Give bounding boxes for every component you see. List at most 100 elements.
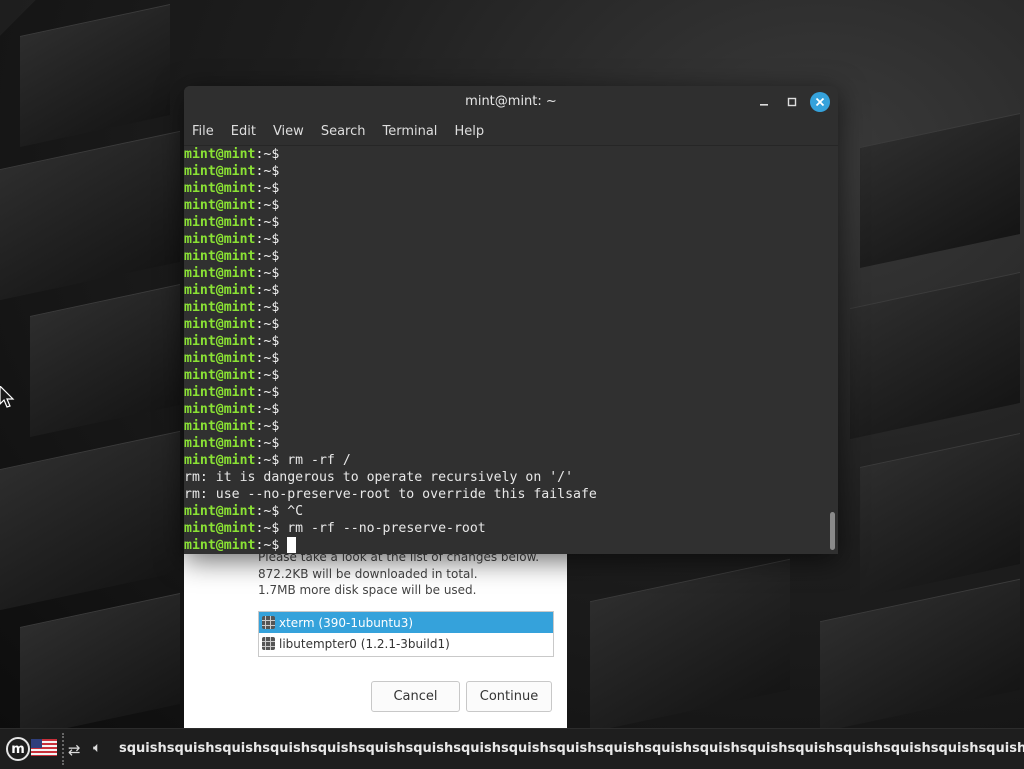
terminal-line: mint@mint:~$ — [184, 214, 828, 231]
menu-file[interactable]: File — [192, 124, 214, 139]
terminal-line: mint@mint:~$ — [184, 146, 828, 163]
network-disconnected-icon[interactable]: ⇄ — [68, 741, 81, 759]
terminal-line: mint@mint:~$ — [184, 265, 828, 282]
terminal-output[interactable]: mint@mint:~$ mint@mint:~$ mint@mint:~$ mint… — [184, 146, 828, 554]
disk-space-text: 1.7MB more disk space will be used. — [258, 583, 477, 597]
prompt-path: :~$ — [255, 351, 280, 366]
prompt-path: :~$ — [255, 300, 280, 315]
minimize-button[interactable] — [754, 92, 774, 112]
prompt-path: :~$ — [255, 215, 280, 230]
maximize-icon — [787, 97, 797, 107]
menu-help[interactable]: Help — [454, 124, 484, 139]
prompt-path: :~$ — [255, 538, 280, 553]
terminal-line: mint@mint:~$ — [184, 248, 828, 265]
background-tile — [20, 592, 180, 739]
prompt-user: mint@mint — [184, 266, 256, 281]
background-tile — [860, 112, 1020, 269]
cancel-button[interactable]: Cancel — [371, 681, 460, 712]
prompt-path: :~$ — [255, 283, 280, 298]
us-flag-icon[interactable] — [31, 739, 57, 756]
prompt-user: mint@mint — [184, 147, 256, 162]
prompt-user: mint@mint — [184, 317, 256, 332]
prompt-path: :~$ — [255, 334, 280, 349]
text-cursor — [287, 537, 297, 553]
terminal-line: mint@mint:~$ — [184, 180, 828, 197]
prompt-user: mint@mint — [184, 232, 256, 247]
terminal-window[interactable]: mint@mint: ~ File Edit View Search Termi… — [184, 86, 838, 554]
prompt-path: :~$ — [255, 249, 280, 264]
volume-icon[interactable]: 🔈︎ — [93, 740, 101, 756]
prompt-user: mint@mint — [184, 402, 256, 417]
prompt-user: mint@mint — [184, 436, 256, 451]
package-icon — [262, 637, 275, 650]
background-tile — [860, 432, 1020, 599]
package-item-libutempter0[interactable]: libutempter0 (1.2.1-3build1) — [259, 633, 553, 654]
terminal-line: mint@mint:~$ — [184, 418, 828, 435]
prompt-user: mint@mint — [184, 181, 256, 196]
prompt-path: :~$ — [255, 504, 280, 519]
menu-search[interactable]: Search — [321, 124, 366, 139]
terminal-line: mint@mint:~$ rm -rf / — [184, 452, 828, 469]
menu-view[interactable]: View — [273, 124, 304, 139]
terminal-line: mint@mint:~$ rm -rf --no-preserve-root — [184, 520, 828, 537]
terminal-line: mint@mint:~$ — [184, 350, 828, 367]
terminal-scrollbar[interactable] — [828, 146, 838, 554]
prompt-user: mint@mint — [184, 164, 256, 179]
download-size-text: 872.2KB will be downloaded in total. — [258, 567, 478, 581]
terminal-line: mint@mint:~$ — [184, 537, 828, 554]
prompt-path: :~$ — [255, 419, 280, 434]
package-list[interactable]: xterm (390-1ubuntu3) libutempter0 (1.2.1… — [258, 611, 554, 657]
maximize-button[interactable] — [782, 92, 802, 112]
prompt-path: :~$ — [255, 164, 280, 179]
command-text — [279, 538, 287, 553]
close-icon — [815, 97, 825, 107]
package-label: libutempter0 (1.2.1-3build1) — [279, 636, 450, 651]
close-button[interactable] — [810, 92, 830, 112]
prompt-user: mint@mint — [184, 283, 256, 298]
prompt-user: mint@mint — [184, 504, 256, 519]
terminal-line: rm: use --no-preserve-root to override t… — [184, 487, 597, 502]
package-changes-dialog: Please take a look at the list of change… — [184, 534, 567, 728]
menu-terminal[interactable]: Terminal — [382, 124, 437, 139]
prompt-path: :~$ — [255, 385, 280, 400]
prompt-user: mint@mint — [184, 453, 256, 468]
mint-logo-icon[interactable]: m — [6, 737, 30, 761]
prompt-user: mint@mint — [184, 521, 256, 536]
continue-button[interactable]: Continue — [466, 681, 552, 712]
prompt-user: mint@mint — [184, 198, 256, 213]
prompt-user: mint@mint — [184, 249, 256, 264]
terminal-line: mint@mint:~$ — [184, 401, 828, 418]
terminal-menubar: File Edit View Search Terminal Help — [184, 117, 838, 146]
prompt-user: mint@mint — [184, 538, 256, 553]
prompt-user: mint@mint — [184, 215, 256, 230]
prompt-path: :~$ — [255, 232, 280, 247]
terminal-line: mint@mint:~$ — [184, 435, 828, 452]
terminal-line: mint@mint:~$ — [184, 384, 828, 401]
background-tile — [850, 271, 1020, 440]
prompt-path: :~$ — [255, 147, 280, 162]
menu-edit[interactable]: Edit — [231, 124, 256, 139]
prompt-user: mint@mint — [184, 334, 256, 349]
command-text: rm -rf / — [279, 453, 351, 468]
package-icon — [262, 616, 275, 629]
terminal-line: mint@mint:~$ — [184, 299, 828, 316]
prompt-path: :~$ — [255, 402, 280, 417]
scrollbar-thumb[interactable] — [830, 512, 835, 550]
terminal-line: mint@mint:~$ — [184, 163, 828, 180]
terminal-line: mint@mint:~$ — [184, 367, 828, 384]
background-tile — [30, 284, 180, 437]
prompt-path: :~$ — [255, 181, 280, 196]
package-item-xterm[interactable]: xterm (390-1ubuntu3) — [259, 612, 553, 633]
taskbar-window-list[interactable]: squishsquishsquishsquishsquishsquishsqui… — [119, 741, 1024, 756]
prompt-path: :~$ — [255, 453, 280, 468]
prompt-user: mint@mint — [184, 351, 256, 366]
background-tile — [20, 4, 170, 147]
minimize-icon — [760, 104, 768, 106]
background-tile — [0, 430, 180, 611]
terminal-line: mint@mint:~$ — [184, 197, 828, 214]
prompt-path: :~$ — [255, 198, 280, 213]
terminal-line: mint@mint:~$ — [184, 333, 828, 350]
taskbar-panel: m ⇄ 🔈︎ squishsquishsquishsquishsquishsqu… — [0, 728, 1024, 769]
terminal-titlebar[interactable]: mint@mint: ~ — [184, 86, 838, 117]
background-tile — [820, 578, 1020, 733]
